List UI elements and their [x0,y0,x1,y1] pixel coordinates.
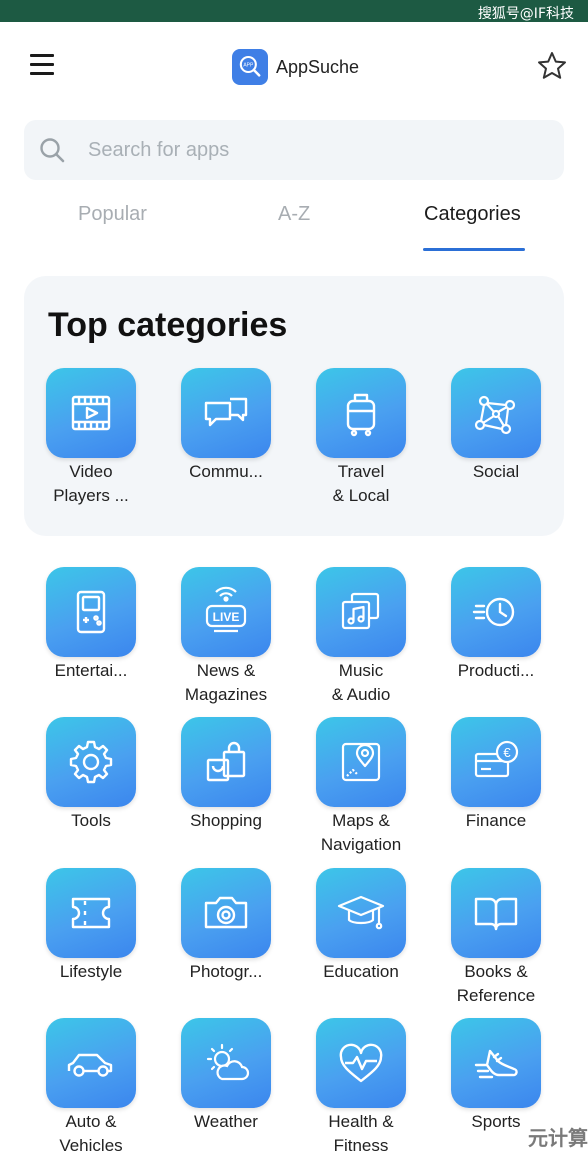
music-notes-icon [316,567,406,657]
app-bar: APP AppSuche [0,22,588,112]
top-categories-card: Top categories Video Players ... Commu..… [24,276,564,536]
video-player-icon [46,368,136,458]
category-label: Photogr... [189,962,263,981]
gear-icon [46,717,136,807]
search-input[interactable] [88,132,548,168]
section-title: Top categories [48,306,288,344]
category-label: Travel & Local [332,462,390,505]
chat-bubbles-icon [181,368,271,458]
category-label: Entertai... [54,661,128,680]
luggage-icon [316,368,406,458]
sun-cloud-icon [181,1018,271,1108]
search-icon [40,138,65,163]
category-label: Commu... [189,462,263,481]
app-logo-icon: APP [232,49,268,85]
brand: APP AppSuche [232,48,359,86]
shopping-bag-icon [181,717,271,807]
live-broadcast-icon: LIVE [181,567,271,657]
category-label: Health & Fitness [328,1112,394,1153]
status-bar: 搜狐号@IF科技 [0,0,588,22]
ticket-icon [46,868,136,958]
category-label: Producti... [457,661,535,680]
map-pin-icon [316,717,406,807]
svg-text:€: € [503,745,511,760]
menu-icon-line [30,63,54,66]
category-label: Education [323,962,399,981]
category-label: Finance [465,811,527,830]
euro-card-icon: € [451,717,541,807]
category-label: Video Players ... [53,462,129,505]
corner-watermark: 元计算 [528,1126,588,1150]
menu-button[interactable] [30,54,54,76]
car-icon [46,1018,136,1108]
star-icon [538,52,566,79]
category-label: Music & Audio [331,661,391,704]
tab-a-z[interactable]: A-Z [278,203,310,226]
category-label: Social [472,462,520,481]
tab-categories[interactable]: Categories [424,203,521,226]
open-book-icon [451,868,541,958]
tab-popular[interactable]: Popular [78,203,147,226]
tab-bar: Popular A-Z Categories [24,195,564,255]
svg-text:LIVE: LIVE [213,610,240,624]
game-console-icon [46,567,136,657]
menu-icon-line [30,54,54,57]
graduation-cap-icon [316,868,406,958]
category-label: Weather [194,1112,258,1131]
heartbeat-icon [316,1018,406,1108]
category-label: Books & Reference [456,962,536,1005]
watermark-text: 搜狐号@IF科技 [477,6,574,22]
search-bar [24,120,564,180]
category-label: Maps & Navigation [320,811,402,854]
favorites-button[interactable] [536,50,568,82]
running-shoe-icon [451,1018,541,1108]
menu-icon-line [30,72,54,75]
logo-text: APP [243,63,254,69]
app-name: AppSuche [276,56,360,77]
fast-clock-icon [451,567,541,657]
category-label: Lifestyle [59,962,123,981]
category-label: Auto & Vehicles [59,1112,123,1153]
category-label: Tools [71,811,111,830]
network-icon [451,368,541,458]
camera-icon [181,868,271,958]
category-label: News & Magazines [184,661,268,704]
active-tab-indicator [423,248,525,251]
category-label: Shopping [190,811,262,830]
